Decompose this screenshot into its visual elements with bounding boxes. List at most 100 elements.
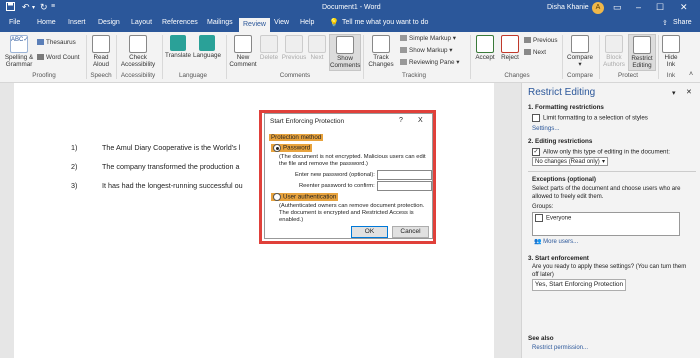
avatar[interactable]: A <box>592 2 604 14</box>
markup-icon <box>400 35 407 42</box>
limit-formatting-checkbox[interactable] <box>532 114 540 122</box>
next-label: Next <box>310 54 324 61</box>
user-name[interactable]: Disha Khanie <box>547 4 589 11</box>
thesaurus-button[interactable]: Thesaurus <box>37 39 76 46</box>
list-item: The company transformed the production a <box>102 162 240 171</box>
new-comment-label: New <box>236 54 250 61</box>
translate-button[interactable]: Translate <box>164 35 192 59</box>
thesaurus-icon <box>37 39 44 46</box>
tell-me-box[interactable]: Tell me what you want to do <box>342 19 428 26</box>
ribbon: ABC✓ Spelling & Grammar Thesaurus Word C… <box>0 32 700 83</box>
start-enforcing-button[interactable]: Yes, Start Enforcing Protection <box>532 279 626 291</box>
next-change-button[interactable]: Next <box>524 49 546 56</box>
restrict-label2: Editing <box>632 62 652 69</box>
group-language: Language <box>178 72 208 79</box>
allow-editing-label: Allow only this type of editing in the d… <box>543 148 670 156</box>
tab-view[interactable]: View <box>274 19 289 26</box>
separator <box>162 35 163 79</box>
previous-comment-button[interactable]: Previous <box>281 35 307 61</box>
tab-layout[interactable]: Layout <box>131 19 152 26</box>
maximize-icon[interactable]: ☐ <box>656 2 664 13</box>
spelling-grammar-button[interactable]: ABC✓ Spelling & Grammar <box>3 35 35 68</box>
show-comments-label: Show <box>337 55 353 62</box>
prev-change-label: Previous <box>533 37 558 44</box>
delete-comment-button[interactable]: Delete <box>258 35 280 61</box>
groups-list[interactable]: Everyone <box>532 212 680 236</box>
check-acc-label: Check <box>129 54 147 61</box>
tab-review[interactable]: Review <box>239 18 270 32</box>
next-change-icon <box>524 49 531 56</box>
allow-editing-option[interactable]: ✓ Allow only this type of editing in the … <box>532 148 670 156</box>
restrict-editing-button[interactable]: Restrict Editing <box>628 34 656 71</box>
editing-type-value: No changes (Read only) <box>535 159 600 165</box>
everyone-item[interactable]: Everyone <box>535 214 571 222</box>
show-comments-label2: Comments <box>330 62 361 69</box>
group-proofing: Proofing <box>32 72 56 79</box>
collapse-ribbon-icon[interactable]: ˄ <box>689 71 693 78</box>
restrict-permission-link[interactable]: Restrict permission... <box>532 345 588 351</box>
limit-formatting-option[interactable]: Limit formatting to a selection of style… <box>532 114 648 122</box>
pane-close-icon[interactable]: ✕ <box>686 88 692 96</box>
groups-label: Groups: <box>532 204 554 210</box>
hide-ink-button[interactable]: Hide Ink <box>661 35 681 68</box>
everyone-label: Everyone <box>546 215 572 222</box>
list-number: 1) <box>71 143 78 152</box>
block-authors-button[interactable]: Block Authors <box>601 35 627 68</box>
minimize-icon[interactable]: – <box>636 2 641 12</box>
editing-type-select[interactable]: No changes (Read only) ▾ <box>532 157 608 166</box>
simple-markup-label: Simple Markup <box>409 35 451 42</box>
close-window-icon[interactable]: ✕ <box>680 2 688 13</box>
customize-toolbar-icon[interactable]: ≡ <box>51 3 55 10</box>
ribbon-display-options-icon[interactable]: ▭ <box>613 2 622 13</box>
tab-references[interactable]: References <box>162 19 198 26</box>
editing-restrictions-heading: 2. Editing restrictions <box>528 138 593 145</box>
previous-change-button[interactable]: Previous <box>524 37 558 44</box>
tab-file[interactable]: File <box>9 19 20 26</box>
language-label: Language <box>192 52 222 59</box>
tab-home[interactable]: Home <box>37 19 56 26</box>
settings-link[interactable]: Settings... <box>532 125 560 132</box>
track-changes-button[interactable]: Track Changes <box>366 35 396 68</box>
tab-help[interactable]: Help <box>300 19 314 26</box>
users-icon: 👥 <box>534 239 542 245</box>
previous-change-icon <box>524 37 531 44</box>
more-users-link[interactable]: 👥 More users... <box>534 238 578 245</box>
show-markup-button[interactable]: Show Markup ▾ <box>400 47 452 54</box>
reviewing-pane-icon <box>400 59 407 66</box>
show-comments-button[interactable]: Show Comments <box>329 34 361 71</box>
read-aloud-button[interactable]: Read Aloud <box>89 35 113 68</box>
track-changes-icon <box>372 35 390 53</box>
lightbulb-icon: 💡 <box>329 18 339 27</box>
language-button[interactable]: Language <box>192 35 222 59</box>
word-count-icon <box>37 54 44 61</box>
new-comment-button[interactable]: New Comment <box>228 35 258 68</box>
word-count-button[interactable]: Word Count <box>37 54 79 61</box>
everyone-checkbox[interactable] <box>535 214 543 222</box>
pane-options-icon[interactable]: ▾ <box>672 89 676 97</box>
formatting-restrictions-heading: 1. Formatting restrictions <box>528 104 604 111</box>
simple-markup-select[interactable]: Simple Markup ▾ <box>400 35 456 42</box>
undo-dropdown-icon[interactable]: ▾ <box>32 4 35 11</box>
limit-formatting-label: Limit formatting to a selection of style… <box>543 114 648 122</box>
read-aloud-label2: Aloud <box>92 61 110 68</box>
ink-icon <box>662 35 680 53</box>
reject-button[interactable]: Reject <box>498 35 522 61</box>
allow-editing-checkbox[interactable]: ✓ <box>532 148 540 156</box>
tab-insert[interactable]: Insert <box>68 19 86 26</box>
check-accessibility-button[interactable]: Check Accessibility <box>118 35 158 68</box>
save-icon[interactable] <box>6 2 15 13</box>
separator <box>470 35 471 79</box>
next-comment-button[interactable]: Next <box>307 35 327 61</box>
redo-icon[interactable]: ↻ <box>40 2 48 13</box>
share-button[interactable]: Share <box>673 19 692 26</box>
title-bar: ↶ ▾ ↻ ≡ Document1 - Word Disha Khanie A … <box>0 0 700 17</box>
accept-button[interactable]: Accept <box>473 35 497 61</box>
undo-icon[interactable]: ↶ <box>22 2 30 13</box>
group-tracking: Tracking <box>402 72 426 79</box>
separator <box>226 35 227 79</box>
reviewing-pane-button[interactable]: Reviewing Pane ▾ <box>400 59 459 66</box>
tab-mailings[interactable]: Mailings <box>207 19 233 26</box>
compare-button[interactable]: Compare ▾ <box>565 35 595 68</box>
tab-design[interactable]: Design <box>98 19 120 26</box>
list-number: 2) <box>71 162 78 171</box>
